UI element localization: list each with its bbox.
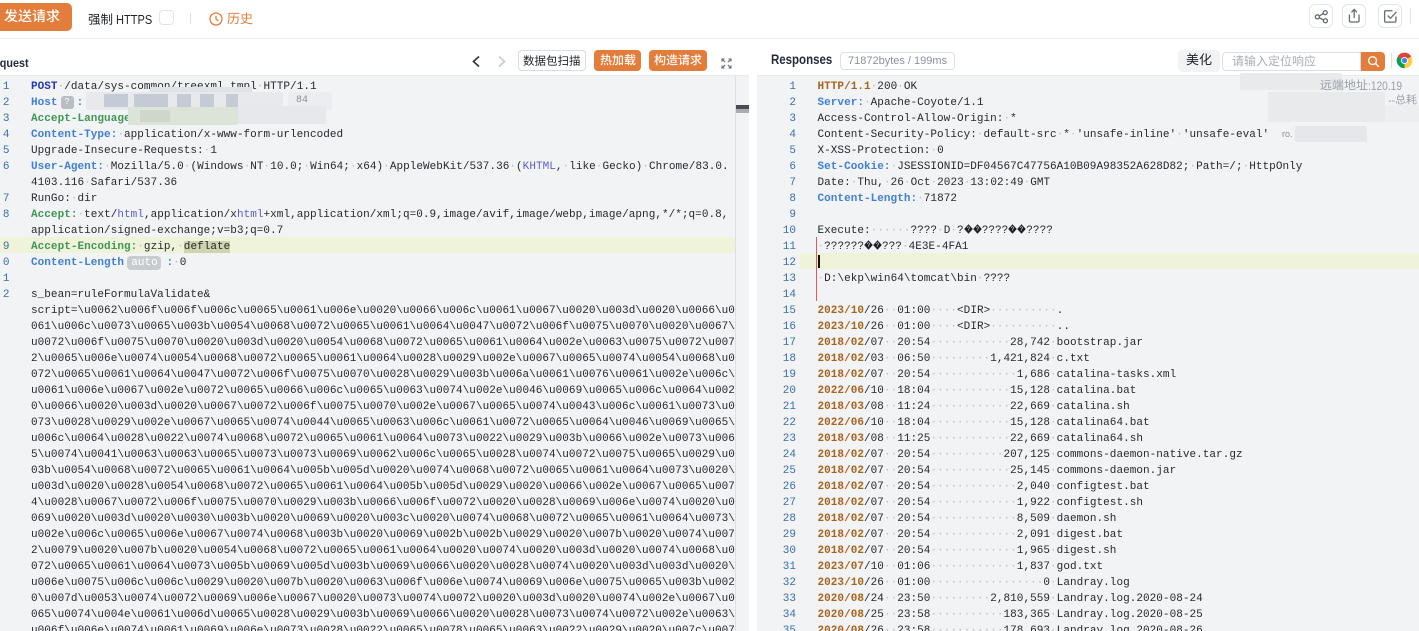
- svg-text:?: ?: [966, 226, 970, 233]
- svg-text:?: ?: [975, 226, 979, 233]
- svg-text:?: ?: [876, 242, 880, 249]
- svg-text:?: ?: [1020, 226, 1024, 233]
- svg-text:?: ?: [1011, 226, 1015, 233]
- svg-text:?: ?: [867, 242, 871, 249]
